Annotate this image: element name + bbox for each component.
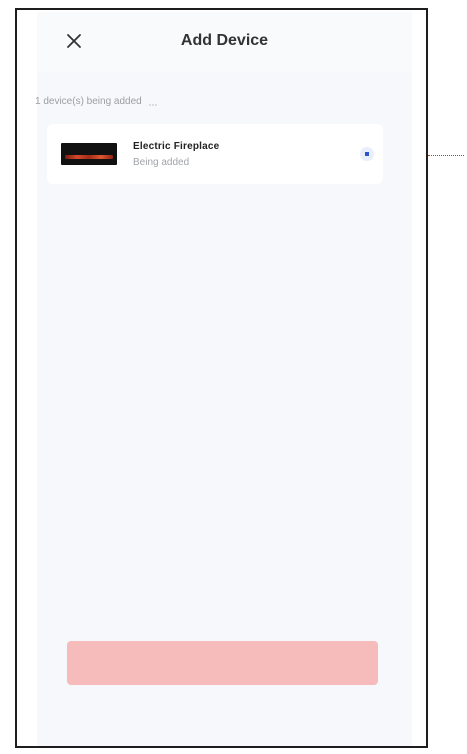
adding-status-text: 1 device(s) being added bbox=[35, 96, 142, 107]
device-name: Electric Fireplace bbox=[133, 141, 220, 152]
header: Add Device bbox=[37, 12, 412, 72]
fireplace-thumbnail bbox=[61, 143, 117, 165]
page: Add Device 1 device(s) being added Elect… bbox=[0, 0, 467, 754]
adding-status: 1 device(s) being added bbox=[35, 96, 158, 107]
done-button[interactable] bbox=[67, 641, 378, 685]
loading-spinner-icon bbox=[148, 97, 158, 107]
device-status: Being added bbox=[133, 157, 190, 168]
device-card[interactable]: Electric Fireplace Being added bbox=[47, 124, 383, 184]
progress-indicator-icon bbox=[360, 147, 374, 161]
flame-graphic bbox=[65, 155, 113, 159]
callout-leader-line bbox=[428, 155, 464, 156]
phone-frame: Add Device 1 device(s) being added Elect… bbox=[15, 8, 428, 748]
screen: Add Device 1 device(s) being added Elect… bbox=[35, 12, 412, 746]
page-title: Add Device bbox=[180, 32, 269, 49]
